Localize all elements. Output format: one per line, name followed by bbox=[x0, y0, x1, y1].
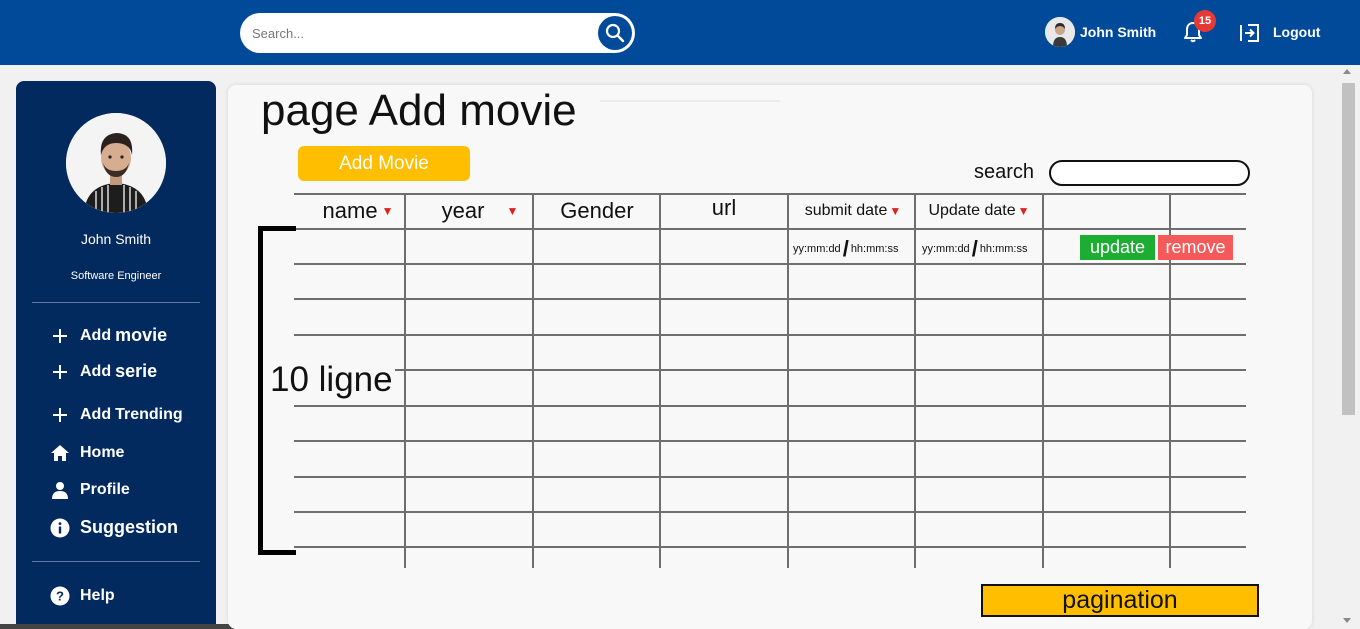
help-icon: ? bbox=[50, 586, 70, 606]
table-col-line bbox=[787, 193, 789, 568]
column-header-update-date[interactable]: Update date ▼ bbox=[916, 196, 1042, 226]
table-col-line bbox=[914, 193, 916, 568]
plus-icon bbox=[50, 362, 70, 382]
table-col-line bbox=[404, 193, 406, 568]
sidebar-item-profile[interactable]: Profile bbox=[50, 480, 130, 500]
sidebar-divider bbox=[32, 561, 200, 562]
table-row-line bbox=[294, 263, 1246, 265]
global-search-bar bbox=[240, 13, 635, 53]
column-header-label: submit date bbox=[804, 202, 888, 219]
column-header-url: url bbox=[661, 193, 787, 223]
date-time-separator: / bbox=[971, 236, 978, 261]
sort-arrow-icon[interactable]: ▼ bbox=[506, 204, 518, 218]
sidebar-item-label: Trending bbox=[115, 406, 183, 423]
avatar bbox=[1045, 17, 1075, 47]
sidebar-item-label: Profile bbox=[80, 481, 130, 498]
column-header-label: year bbox=[441, 198, 485, 223]
sidebar-item-suggestion[interactable]: Suggestion bbox=[50, 517, 178, 538]
update-button[interactable]: update bbox=[1080, 235, 1155, 260]
scroll-thumb[interactable] bbox=[1342, 83, 1355, 415]
page-title: page Add movie bbox=[261, 86, 577, 135]
plus-icon bbox=[50, 405, 70, 425]
column-header-label: name bbox=[322, 198, 378, 223]
sidebar-item-label: Home bbox=[80, 444, 125, 461]
sidebar-item-label: movie bbox=[115, 325, 168, 345]
page-scrollbar[interactable] bbox=[1334, 65, 1360, 629]
sort-arrow-icon[interactable]: ▼ bbox=[382, 204, 394, 218]
table-row-line bbox=[294, 440, 1246, 442]
search-icon bbox=[605, 23, 625, 43]
column-header-submit-date[interactable]: submit date ▼ bbox=[790, 196, 916, 226]
table-row-line bbox=[294, 511, 1246, 513]
sidebar-item-help[interactable]: ? Help bbox=[50, 586, 115, 606]
pagination[interactable]: pagination bbox=[981, 584, 1259, 617]
table-col-line bbox=[532, 193, 534, 568]
sidebar-item-label: Suggestion bbox=[80, 517, 178, 537]
sidebar-item-label: serie bbox=[115, 361, 158, 381]
sidebar-item-prefix: Add bbox=[80, 362, 112, 380]
submit-time-format: hh:mm:ss bbox=[850, 243, 899, 255]
search-button[interactable] bbox=[598, 16, 632, 50]
column-header-year[interactable]: year ▼ bbox=[425, 196, 535, 226]
rows-annotation: 10 ligne bbox=[268, 360, 395, 400]
profile-avatar bbox=[66, 113, 166, 213]
table-search-input[interactable] bbox=[1049, 160, 1250, 186]
update-datetime-cell: yy:mm:dd / hh:mm:ss bbox=[922, 236, 1028, 262]
header-username: John Smith bbox=[1080, 24, 1157, 40]
table-col-line bbox=[659, 193, 661, 568]
sidebar-role: Software Engineer bbox=[70, 270, 162, 282]
sidebar: John Smith Software Engineer Add movie A… bbox=[16, 81, 216, 629]
table-row-line bbox=[294, 476, 1246, 478]
submit-datetime-cell: yy:mm:dd / hh:mm:ss bbox=[793, 236, 899, 262]
sort-arrow-icon[interactable]: ▼ bbox=[1018, 204, 1030, 218]
column-header-label: Gender bbox=[560, 198, 634, 223]
title-rule bbox=[600, 100, 780, 102]
table-search-label: search bbox=[974, 161, 1035, 183]
table-row-line bbox=[294, 369, 1246, 371]
bottom-strip bbox=[0, 624, 240, 629]
update-date-format: yy:mm:dd bbox=[922, 243, 970, 255]
sidebar-item-prefix: Add bbox=[80, 326, 112, 344]
table-row-line bbox=[294, 334, 1246, 336]
person-icon bbox=[50, 480, 70, 500]
plus-icon bbox=[50, 326, 70, 346]
info-icon bbox=[50, 518, 70, 538]
sort-arrow-icon[interactable]: ▼ bbox=[889, 204, 901, 218]
sidebar-divider bbox=[32, 302, 200, 303]
sidebar-item-add-movie[interactable]: Add movie bbox=[50, 325, 167, 346]
svg-text:?: ? bbox=[56, 589, 64, 604]
sidebar-item-add-serie[interactable]: Add serie bbox=[50, 361, 157, 382]
top-navbar: John Smith 15 Logout bbox=[0, 0, 1360, 65]
table-row-line bbox=[294, 405, 1246, 407]
sidebar-item-prefix: Add bbox=[80, 406, 112, 423]
sidebar-item-label: Help bbox=[80, 587, 115, 604]
column-header-name[interactable]: name ▼ bbox=[310, 196, 406, 226]
user-menu[interactable]: John Smith bbox=[1045, 17, 1156, 47]
remove-button[interactable]: remove bbox=[1158, 235, 1233, 260]
table-row-line bbox=[294, 546, 1246, 548]
scroll-up-arrow-icon[interactable] bbox=[1343, 69, 1351, 74]
logout-button[interactable]: Logout bbox=[1273, 24, 1320, 40]
table-row-line bbox=[294, 228, 1246, 230]
notification-badge: 15 bbox=[1194, 10, 1216, 32]
home-icon bbox=[50, 443, 70, 463]
column-header-label: Update date bbox=[928, 202, 1016, 219]
submit-date-format: yy:mm:dd bbox=[793, 243, 841, 255]
add-movie-button[interactable]: Add Movie bbox=[298, 146, 470, 181]
column-header-label: url bbox=[711, 195, 737, 220]
table-col-line bbox=[1042, 193, 1044, 568]
table-row-line bbox=[294, 298, 1246, 300]
sidebar-username: John Smith bbox=[80, 231, 152, 247]
sidebar-item-home[interactable]: Home bbox=[50, 443, 124, 463]
date-time-separator: / bbox=[842, 236, 849, 261]
sidebar-item-add-trending[interactable]: Add Trending bbox=[50, 405, 183, 425]
column-header-gender: Gender bbox=[534, 196, 660, 226]
scroll-down-arrow-icon[interactable] bbox=[1343, 618, 1351, 623]
update-time-format: hh:mm:ss bbox=[979, 243, 1028, 255]
global-search-input[interactable] bbox=[252, 23, 592, 43]
logout-icon[interactable] bbox=[1238, 21, 1262, 45]
